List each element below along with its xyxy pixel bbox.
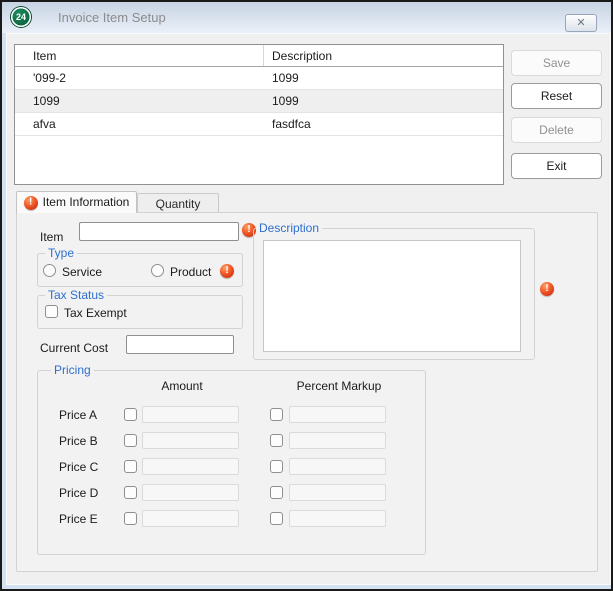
table-row[interactable]: afva fasdfca bbox=[15, 113, 503, 136]
tax-exempt-checkbox[interactable] bbox=[45, 305, 58, 318]
amount-column-header: Amount bbox=[161, 379, 202, 393]
delete-button[interactable]: Delete bbox=[511, 117, 602, 143]
window-title: Invoice Item Setup bbox=[58, 10, 166, 25]
cell-item: 1099 bbox=[15, 90, 264, 112]
price-d-label: Price D bbox=[59, 486, 98, 500]
tab-label: Item Information bbox=[43, 192, 130, 213]
price-c-markup-checkbox[interactable] bbox=[270, 460, 283, 473]
price-a-markup-input[interactable] bbox=[289, 406, 386, 423]
tax-exempt-label[interactable]: Tax Exempt bbox=[64, 306, 127, 320]
description-groupbox bbox=[253, 228, 535, 360]
type-label: Type bbox=[45, 246, 77, 260]
price-c-amount-input[interactable] bbox=[142, 458, 239, 475]
service-radio[interactable] bbox=[43, 264, 56, 277]
price-c-markup-input[interactable] bbox=[289, 458, 386, 475]
price-b-label: Price B bbox=[59, 434, 98, 448]
description-label: Description bbox=[256, 221, 322, 235]
column-header-item[interactable]: Item bbox=[15, 45, 264, 66]
title-bar: 24 Invoice Item Setup ✕ bbox=[2, 2, 611, 33]
table-row[interactable]: 1099 1099 bbox=[15, 90, 503, 113]
price-e-label: Price E bbox=[59, 512, 98, 526]
cell-description: fasdfca bbox=[264, 113, 503, 135]
table-header: Item Description bbox=[15, 45, 503, 67]
price-a-label: Price A bbox=[59, 408, 97, 422]
price-a-amount-checkbox[interactable] bbox=[124, 408, 137, 421]
tax-status-label: Tax Status bbox=[45, 288, 107, 302]
reset-button[interactable]: Reset bbox=[511, 83, 602, 109]
price-d-amount-input[interactable] bbox=[142, 484, 239, 501]
price-b-amount-input[interactable] bbox=[142, 432, 239, 449]
table-row[interactable]: '099-2 1099 bbox=[15, 67, 503, 90]
price-e-amount-input[interactable] bbox=[142, 510, 239, 527]
pricing-label: Pricing bbox=[51, 363, 94, 377]
exit-button[interactable]: Exit bbox=[511, 153, 602, 179]
price-d-amount-checkbox[interactable] bbox=[124, 486, 137, 499]
price-b-markup-input[interactable] bbox=[289, 432, 386, 449]
price-b-amount-checkbox[interactable] bbox=[124, 434, 137, 447]
item-information-panel: Item Description Type Service Product Ta… bbox=[16, 212, 598, 572]
price-e-markup-input[interactable] bbox=[289, 510, 386, 527]
tab-item-information[interactable]: Item Information bbox=[16, 191, 137, 213]
price-b-markup-checkbox[interactable] bbox=[270, 434, 283, 447]
price-d-markup-checkbox[interactable] bbox=[270, 486, 283, 499]
cell-description: 1099 bbox=[264, 67, 503, 89]
price-e-markup-checkbox[interactable] bbox=[270, 512, 283, 525]
invoice-item-setup-window: 24 Invoice Item Setup ✕ Item Description… bbox=[0, 0, 613, 591]
price-c-amount-checkbox[interactable] bbox=[124, 460, 137, 473]
current-cost-input[interactable] bbox=[126, 335, 234, 354]
column-header-description[interactable]: Description bbox=[264, 45, 503, 66]
product-radio-label[interactable]: Product bbox=[170, 265, 211, 279]
error-icon bbox=[540, 282, 554, 296]
description-input[interactable] bbox=[263, 240, 521, 352]
close-icon[interactable]: ✕ bbox=[565, 14, 597, 32]
item-label: Item bbox=[40, 230, 63, 244]
price-c-label: Price C bbox=[59, 460, 98, 474]
product-radio[interactable] bbox=[151, 264, 164, 277]
dialog-client-area: Item Description '099-2 1099 1099 1099 a… bbox=[6, 33, 611, 585]
item-list-table: Item Description '099-2 1099 1099 1099 a… bbox=[14, 44, 504, 185]
price-a-amount-input[interactable] bbox=[142, 406, 239, 423]
service-radio-label[interactable]: Service bbox=[62, 265, 102, 279]
percent-markup-column-header: Percent Markup bbox=[297, 379, 382, 393]
current-cost-label: Current Cost bbox=[40, 341, 108, 355]
price-d-markup-input[interactable] bbox=[289, 484, 386, 501]
save-button[interactable]: Save bbox=[511, 50, 602, 76]
cell-description: 1099 bbox=[264, 90, 503, 112]
error-icon bbox=[24, 196, 38, 210]
tab-quantity-pricing[interactable]: Quantity Pricing bbox=[137, 193, 219, 213]
price-e-amount-checkbox[interactable] bbox=[124, 512, 137, 525]
price-a-markup-checkbox[interactable] bbox=[270, 408, 283, 421]
error-icon bbox=[220, 264, 234, 278]
item-input[interactable] bbox=[79, 222, 239, 241]
cell-item: afva bbox=[15, 113, 264, 135]
app-logo-icon: 24 bbox=[11, 7, 31, 27]
cell-item: '099-2 bbox=[15, 67, 264, 89]
